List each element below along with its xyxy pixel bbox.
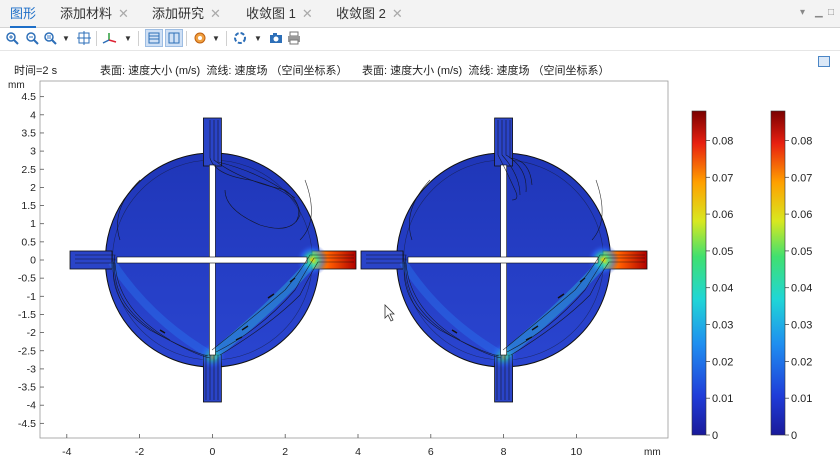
- tab-label: 收敛图 2: [336, 6, 386, 21]
- close-icon[interactable]: ✕: [392, 6, 403, 21]
- colorbar-tick-label: 0.06: [791, 209, 812, 221]
- export-icon[interactable]: [818, 56, 830, 67]
- camera-icon[interactable]: [268, 30, 284, 46]
- transparency-icon[interactable]: [192, 30, 208, 46]
- y-tick-label: -3: [27, 363, 36, 375]
- colorbar-2: [770, 110, 786, 436]
- graphics-canvas[interactable]: mm mm 4.5 4 3.5 3 2.5 2 1.5 1 0.5 0 -0.5 -1 -1.5 -2 -2…: [0, 74, 680, 466]
- split-view-icon[interactable]: [165, 29, 183, 47]
- print-icon[interactable]: [286, 30, 302, 46]
- graphics-toolbar: ▼ ▼ ▼ ▼: [0, 28, 840, 51]
- plot-svg[interactable]: mm mm 4.5 4 3.5 3 2.5 2 1.5 1 0.5 0 -0.5 -1 -1.5 -2 -2…: [0, 74, 680, 466]
- x-unit-label: mm: [644, 447, 661, 458]
- tab-add-material[interactable]: 添加材料 ✕: [60, 0, 129, 27]
- y-tick-label: -4: [27, 400, 36, 412]
- y-tick-label: 3: [30, 146, 36, 158]
- tab-label: 收敛图 1: [246, 6, 296, 21]
- zoom-box-icon[interactable]: [42, 30, 58, 46]
- colorbar-tick-label: 0.07: [791, 172, 812, 184]
- y-tick-label: -3.5: [18, 382, 36, 394]
- colorbar-tick-label: 0.08: [791, 135, 812, 147]
- tab-label: 添加研究: [152, 6, 205, 21]
- x-tick-label: 6: [428, 446, 434, 458]
- colorbar-tick-label: 0.04: [791, 283, 812, 295]
- colorbar-tick-label: 0.01: [791, 393, 812, 405]
- colorbar-tick-label: 0.03: [791, 320, 812, 332]
- tab-add-study[interactable]: 添加研究 ✕: [152, 0, 221, 27]
- chevron-down-icon[interactable]: ▼: [58, 30, 74, 46]
- y-tick-label: 1: [30, 218, 36, 230]
- y-tick-label: -0.5: [18, 273, 36, 285]
- zoom-out-icon[interactable]: [24, 30, 40, 46]
- y-tick-label: 0: [30, 255, 36, 267]
- scene-light-icon[interactable]: [232, 30, 248, 46]
- colorbar-tick-label: 0.03: [712, 320, 733, 332]
- grid-view-icon[interactable]: [145, 29, 163, 47]
- colorbar-tick-label: 0.08: [712, 135, 733, 147]
- minimize-icon[interactable]: ▁: [815, 7, 823, 18]
- close-icon[interactable]: ✕: [118, 6, 129, 21]
- maximize-icon[interactable]: □: [828, 7, 834, 18]
- y-tick-label: -1: [27, 291, 36, 303]
- y-tick-label: 1.5: [21, 200, 36, 212]
- tab-bar: 图形 添加材料 ✕ 添加研究 ✕ 收敛图 1 ✕ 收敛图 2 ✕ ▾ ▁ □: [0, 0, 840, 28]
- colorbar-1: [691, 110, 707, 436]
- y-tick-label: -1.5: [18, 309, 36, 321]
- close-icon[interactable]: ✕: [210, 6, 221, 21]
- y-tick-label: -4.5: [18, 418, 36, 430]
- y-tick-label: 4: [30, 109, 36, 121]
- tab-convergence-2[interactable]: 收敛图 2 ✕: [336, 0, 403, 27]
- colorbar-tick-label: 0.02: [791, 356, 812, 368]
- y-tick-label: 4.5: [21, 91, 36, 103]
- colorbar-panel: 0.08 0.07 0.06 0.05 0.04 0.03 0.02 0.01 0 0.08 0.…: [680, 74, 840, 466]
- tab-convergence-1[interactable]: 收敛图 1 ✕: [246, 0, 313, 27]
- colorbar-tick-label: 0.01: [712, 393, 733, 405]
- zoom-extents-icon[interactable]: [76, 30, 92, 46]
- colorbar-tick-label: 0.06: [712, 209, 733, 221]
- close-icon[interactable]: ✕: [302, 6, 313, 21]
- colorbar-tick-label: 0: [791, 430, 797, 442]
- y-tick-label: 2: [30, 182, 36, 194]
- chevron-down-icon[interactable]: ▼: [250, 30, 266, 46]
- x-tick-label: 4: [355, 446, 361, 458]
- y-tick-label: -2: [27, 327, 36, 339]
- y-unit-label: mm: [8, 80, 25, 91]
- tab-label: 图形: [10, 6, 37, 21]
- tab-label: 添加材料: [60, 6, 113, 21]
- colorbar-tick-label: 0.02: [712, 356, 733, 368]
- zoom-in-icon[interactable]: [4, 30, 20, 46]
- axis-orientation-icon[interactable]: [102, 30, 118, 46]
- x-tick-label: 0: [209, 446, 215, 458]
- x-tick-label: 10: [571, 446, 583, 458]
- y-tick-label: 0.5: [21, 236, 36, 248]
- colorbar-tick-label: 0.04: [712, 283, 733, 295]
- colorbar-tick-label: 0.05: [791, 246, 812, 258]
- tab-list-icon[interactable]: ▾: [800, 7, 805, 18]
- colorbar-tick-label: 0.07: [712, 172, 733, 184]
- x-tick-label: 2: [282, 446, 288, 458]
- colorbar-tick-label: 0.05: [712, 246, 733, 258]
- chevron-down-icon[interactable]: ▼: [120, 30, 136, 46]
- y-tick-label: 3.5: [21, 127, 36, 139]
- chevron-down-icon[interactable]: ▼: [208, 30, 224, 46]
- tab-graphics[interactable]: 图形: [10, 0, 37, 28]
- colorbar-tick-label: 0: [712, 430, 718, 442]
- x-tick-label: -4: [62, 446, 71, 458]
- x-tick-label: -2: [135, 446, 144, 458]
- y-tick-label: -2.5: [18, 345, 36, 357]
- y-tick-label: 2.5: [21, 164, 36, 176]
- x-tick-label: 8: [501, 446, 507, 458]
